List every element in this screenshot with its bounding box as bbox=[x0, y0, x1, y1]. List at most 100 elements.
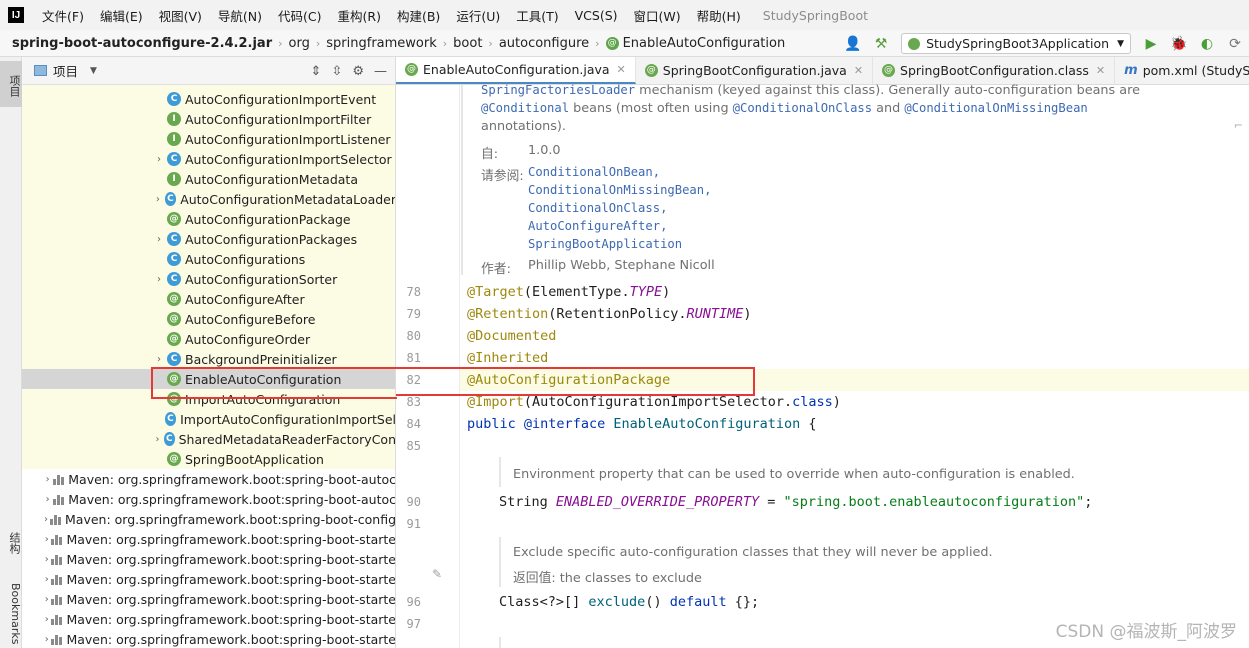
tree-row[interactable]: @ AutoConfigureAfter bbox=[22, 289, 395, 309]
collapse-all-icon[interactable]: ⇳ bbox=[331, 64, 342, 79]
breadcrumb-boot[interactable]: boot bbox=[453, 36, 482, 51]
breadcrumb-org[interactable]: org bbox=[289, 36, 310, 51]
menu-vcs[interactable]: VCS(S) bbox=[567, 8, 626, 23]
menu-refactor[interactable]: 重构(R) bbox=[330, 6, 389, 25]
tree-row[interactable]: I AutoConfigurationMetadata bbox=[22, 169, 395, 189]
maven-library-row[interactable]: › Maven: org.springframework.boot:spring-… bbox=[22, 509, 395, 529]
maven-library-row[interactable]: › Maven: org.springframework.boot:spring-… bbox=[22, 589, 395, 609]
user-icon[interactable]: 👤 bbox=[844, 35, 862, 53]
menu-file[interactable]: 文件(F) bbox=[34, 6, 92, 25]
maven-library-row[interactable]: › Maven: org.springframework.boot:spring-… bbox=[22, 569, 395, 589]
menu-edit[interactable]: 编辑(E) bbox=[92, 6, 151, 25]
tree-row[interactable]: C AutoConfigurations bbox=[22, 249, 395, 269]
chevron-down-icon[interactable]: ▼ bbox=[90, 66, 97, 76]
doc-code-ref[interactable]: ConditionalOnMissingBean, bbox=[528, 183, 711, 197]
breadcrumb-autoconfigure[interactable]: autoconfigure bbox=[499, 36, 589, 51]
close-icon[interactable]: ✕ bbox=[854, 64, 863, 77]
menu-build[interactable]: 构建(B) bbox=[389, 6, 448, 25]
maven-library-row[interactable]: › Maven: org.springframework.boot:spring-… bbox=[22, 469, 395, 489]
tab-springbootconfiguration-java[interactable]: @ SpringBootConfiguration.java ✕ bbox=[636, 57, 874, 84]
bookmarks-tool-tab[interactable]: Bookmarks bbox=[0, 581, 22, 647]
doc-code-ref[interactable]: @ConditionalOnClass bbox=[733, 101, 872, 115]
tree-row[interactable]: › C AutoConfigurationSorter bbox=[22, 269, 395, 289]
menu-run[interactable]: 运行(U) bbox=[448, 6, 508, 25]
tree-row[interactable]: C ImportAutoConfigurationImportSel bbox=[22, 409, 395, 429]
doc-see-item[interactable]: SpringBootApplication bbox=[528, 237, 682, 252]
doc-code-ref[interactable]: ConditionalOnBean, bbox=[528, 165, 660, 179]
menu-window[interactable]: 窗口(W) bbox=[626, 6, 689, 25]
doc-see-item[interactable]: AutoConfigureAfter, bbox=[528, 219, 667, 234]
chevron-right-icon[interactable]: › bbox=[44, 554, 49, 565]
breadcrumb-jar[interactable]: spring-boot-autoconfigure-2.4.2.jar bbox=[12, 36, 272, 51]
menu-help[interactable]: 帮助(H) bbox=[689, 6, 749, 25]
breadcrumb-springframework[interactable]: springframework bbox=[326, 36, 436, 51]
doc-see-item[interactable]: ConditionalOnMissingBean, bbox=[528, 183, 711, 198]
coverage-icon[interactable]: ◐ bbox=[1198, 35, 1216, 53]
debug-icon[interactable]: 🐞 bbox=[1170, 35, 1188, 53]
doc-code-ref[interactable]: AutoConfigureAfter, bbox=[528, 219, 667, 233]
chevron-right-icon[interactable]: › bbox=[44, 514, 48, 525]
structure-tool-tab[interactable]: 结构 bbox=[0, 527, 22, 559]
menu-view[interactable]: 视图(V) bbox=[151, 6, 210, 25]
tree-row[interactable]: I AutoConfigurationImportListener bbox=[22, 129, 395, 149]
tree-row[interactable]: @ SpringBootApplication bbox=[22, 449, 395, 469]
pencil-icon[interactable]: ✎ bbox=[432, 567, 442, 581]
close-icon[interactable]: ✕ bbox=[1096, 64, 1105, 77]
chevron-right-icon[interactable]: › bbox=[44, 474, 51, 485]
chevron-right-icon[interactable]: › bbox=[153, 234, 165, 245]
run-configuration-select[interactable]: StudySpringBoot3Application ▼ bbox=[901, 33, 1131, 54]
chevron-right-icon[interactable]: › bbox=[153, 434, 162, 445]
chevron-right-icon[interactable]: › bbox=[44, 594, 49, 605]
expand-all-icon[interactable]: ⇕ bbox=[311, 64, 322, 79]
tree-row[interactable]: › C SharedMetadataReaderFactoryCon bbox=[22, 429, 395, 449]
menu-tools[interactable]: 工具(T) bbox=[508, 6, 566, 25]
chevron-right-icon[interactable]: › bbox=[153, 194, 163, 205]
chevron-right-icon[interactable]: › bbox=[44, 634, 49, 645]
minimize-icon[interactable]: — bbox=[374, 64, 387, 79]
maven-library-row[interactable]: › Maven: org.springframework.boot:spring-… bbox=[22, 529, 395, 549]
doc-text: mechanism (keyed against this class). Ge… bbox=[635, 83, 1140, 98]
tree-row[interactable]: › C BackgroundPreinitializer bbox=[22, 349, 395, 369]
tree-row[interactable]: I AutoConfigurationImportFilter bbox=[22, 109, 395, 129]
chevron-right-icon[interactable]: › bbox=[44, 534, 49, 545]
tree-row[interactable]: @ AutoConfigureOrder bbox=[22, 329, 395, 349]
chevron-right-icon[interactable]: › bbox=[153, 354, 165, 365]
doc-code-ref[interactable]: @Conditional bbox=[481, 101, 569, 115]
tab-springbootconfiguration-class[interactable]: @ SpringBootConfiguration.class ✕ bbox=[873, 57, 1116, 84]
doc-code-ref[interactable]: SpringBootApplication bbox=[528, 237, 682, 251]
doc-see-item[interactable]: ConditionalOnBean, bbox=[528, 165, 660, 180]
tree-row[interactable]: @ AutoConfigureBefore bbox=[22, 309, 395, 329]
close-icon[interactable]: ✕ bbox=[617, 63, 626, 76]
run-icon[interactable]: ▶ bbox=[1142, 35, 1160, 53]
chevron-right-icon[interactable]: › bbox=[44, 494, 51, 505]
tree-row[interactable]: C AutoConfigurationImportEvent bbox=[22, 89, 395, 109]
intellij-logo-icon[interactable]: IJ bbox=[8, 7, 24, 23]
chevron-right-icon[interactable]: › bbox=[44, 614, 49, 625]
menu-code[interactable]: 代码(C) bbox=[270, 6, 329, 25]
tab-pom-xml[interactable]: m pom.xml (StudySpringBoot bbox=[1115, 57, 1249, 84]
doc-code-ref[interactable]: ConditionalOnClass, bbox=[528, 201, 667, 215]
tab-enableautoconfiguration-java[interactable]: @ EnableAutoConfiguration.java ✕ bbox=[396, 57, 636, 84]
doc-code-ref[interactable]: SpringFactoriesLoader bbox=[481, 83, 635, 97]
profile-icon[interactable]: ⟳ bbox=[1226, 35, 1244, 53]
tree-row[interactable]: › C AutoConfigurationImportSelector bbox=[22, 149, 395, 169]
maven-library-row[interactable]: › Maven: org.springframework.boot:spring-… bbox=[22, 549, 395, 569]
chevron-right-icon[interactable]: › bbox=[153, 274, 165, 285]
maven-library-row[interactable]: › Maven: org.springframework.boot:spring-… bbox=[22, 629, 395, 648]
reader-mode-icon[interactable]: ⌐ bbox=[1234, 119, 1243, 132]
menu-navigate[interactable]: 导航(N) bbox=[210, 6, 270, 25]
project-panel-title[interactable]: 项目 bbox=[53, 61, 78, 80]
tree-row[interactable]: › C AutoConfigurationPackages bbox=[22, 229, 395, 249]
gear-icon[interactable]: ⚙ bbox=[352, 64, 364, 79]
build-hammer-icon[interactable]: ⚒ bbox=[872, 35, 890, 53]
chevron-right-icon[interactable]: › bbox=[153, 154, 165, 165]
doc-code-ref[interactable]: @ConditionalOnMissingBean bbox=[904, 101, 1087, 115]
tree-row[interactable]: › C AutoConfigurationMetadataLoader bbox=[22, 189, 395, 209]
tree-row[interactable]: @ AutoConfigurationPackage bbox=[22, 209, 395, 229]
maven-library-row[interactable]: › Maven: org.springframework.boot:spring-… bbox=[22, 609, 395, 629]
project-tool-tab[interactable]: 项目 bbox=[0, 61, 22, 107]
doc-see-item[interactable]: ConditionalOnClass, bbox=[528, 201, 667, 216]
chevron-right-icon[interactable]: › bbox=[44, 574, 49, 585]
maven-library-row[interactable]: › Maven: org.springframework.boot:spring-… bbox=[22, 489, 395, 509]
breadcrumb-current[interactable]: EnableAutoConfiguration bbox=[623, 36, 786, 51]
